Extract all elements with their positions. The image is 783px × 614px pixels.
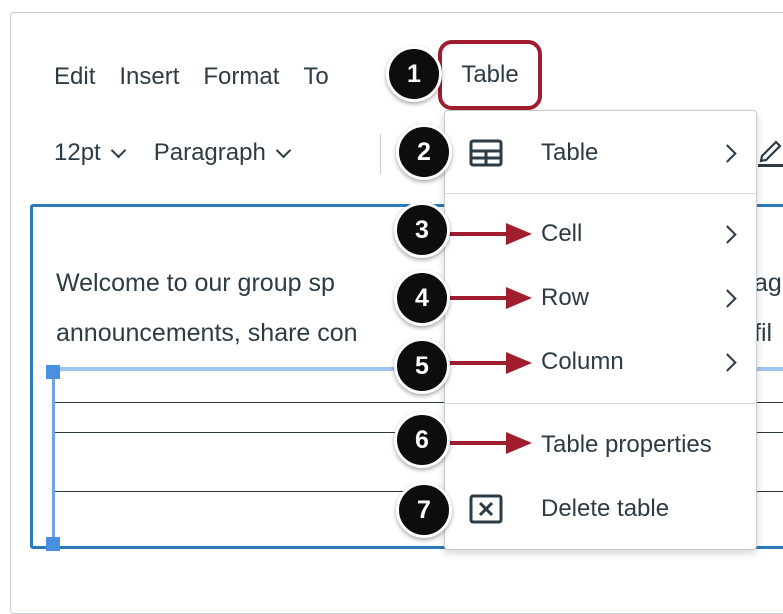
dropdown-item-label: Table bbox=[541, 139, 599, 166]
dropdown-item-label: Column bbox=[541, 348, 624, 375]
paragraph-line-1-tail: ag bbox=[754, 269, 782, 297]
table-dropdown-menu: Table Cell Row Column Table properties D… bbox=[444, 110, 757, 550]
callout-arrow bbox=[440, 361, 510, 365]
block-format-value: Paragraph bbox=[153, 139, 266, 166]
table-selection-left bbox=[52, 372, 55, 544]
delete-table-icon bbox=[469, 494, 503, 524]
chevron-right-icon bbox=[718, 352, 737, 372]
menu-table[interactable]: Table bbox=[438, 40, 542, 110]
menu-edit[interactable]: Edit bbox=[54, 63, 95, 91]
table-resize-handle[interactable] bbox=[46, 365, 60, 379]
menu-insert[interactable]: Insert bbox=[119, 63, 179, 91]
menubar: Edit Insert Format To bbox=[54, 60, 353, 94]
callout-arrow bbox=[440, 232, 510, 236]
block-format-select[interactable]: Paragraph bbox=[153, 139, 292, 167]
callout-arrowhead bbox=[506, 432, 532, 454]
dropdown-item-label: Table properties bbox=[541, 431, 712, 458]
callout-arrowhead bbox=[506, 287, 532, 309]
menu-table-label: Table bbox=[461, 61, 519, 88]
callout-badge-6: 6 bbox=[394, 412, 450, 468]
chevron-down-icon bbox=[110, 142, 126, 158]
chevron-right-icon bbox=[718, 224, 737, 244]
font-size-value: 12pt bbox=[54, 139, 101, 166]
font-size-select[interactable]: 12pt bbox=[54, 139, 126, 167]
menu-format[interactable]: Format bbox=[203, 63, 279, 91]
callout-badge-4: 4 bbox=[394, 270, 450, 326]
dropdown-item-delete-table[interactable]: Delete table bbox=[445, 479, 756, 539]
callout-arrow bbox=[440, 441, 510, 445]
table-grid-icon bbox=[469, 139, 503, 167]
dropdown-divider bbox=[445, 193, 756, 194]
dropdown-item-table-properties[interactable]: Table properties bbox=[445, 415, 756, 475]
dropdown-item-table[interactable]: Table bbox=[445, 123, 756, 183]
callout-badge-7: 7 bbox=[396, 482, 452, 538]
chevron-down-icon bbox=[275, 142, 292, 158]
callout-arrowhead bbox=[506, 352, 532, 374]
dropdown-item-label: Cell bbox=[541, 220, 583, 247]
callout-badge-3: 3 bbox=[394, 202, 450, 258]
dropdown-item-label: Row bbox=[541, 284, 590, 311]
callout-badge-2: 2 bbox=[396, 124, 452, 180]
dropdown-item-label: Delete table bbox=[541, 495, 670, 522]
chevron-right-icon bbox=[718, 143, 737, 163]
callout-badge-5: 5 bbox=[394, 338, 450, 394]
toolbar: 12pt Paragraph bbox=[54, 134, 319, 172]
chevron-right-icon bbox=[718, 288, 737, 308]
callout-arrowhead bbox=[506, 223, 532, 245]
callout-arrow bbox=[440, 296, 510, 300]
callout-badge-1: 1 bbox=[386, 46, 442, 102]
table-resize-handle[interactable] bbox=[46, 537, 60, 551]
dropdown-divider bbox=[445, 403, 756, 404]
menu-tools[interactable]: To bbox=[303, 63, 328, 91]
pencil-icon[interactable] bbox=[756, 134, 783, 170]
toolbar-divider bbox=[380, 134, 381, 174]
